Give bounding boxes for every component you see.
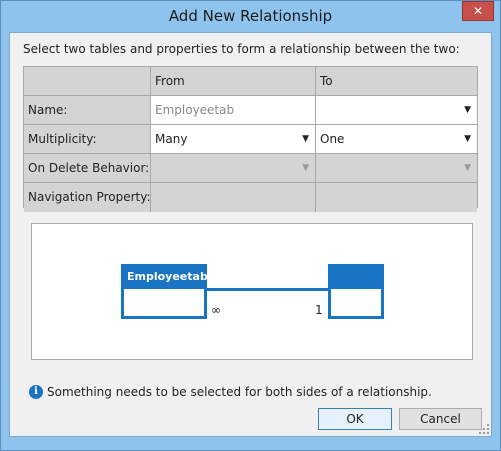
chevron-down-icon: ▼ bbox=[464, 134, 471, 144]
relationship-diagram: Employeetab ∞ 1 bbox=[31, 223, 473, 360]
chevron-down-icon: ▼ bbox=[302, 163, 309, 173]
left-entity-divider bbox=[124, 287, 204, 289]
navigation-property-label: Navigation Property: bbox=[24, 183, 151, 212]
navigation-property-to-field bbox=[316, 183, 477, 212]
grid-header-blank bbox=[24, 67, 151, 96]
on-delete-from-dropdown: ▼ bbox=[151, 154, 316, 183]
chevron-down-icon: ▼ bbox=[464, 163, 471, 173]
grid-header-from: From bbox=[151, 67, 316, 96]
dialog-title: Add New Relationship bbox=[168, 7, 333, 25]
cancel-button[interactable]: Cancel bbox=[399, 408, 482, 430]
relationship-line bbox=[207, 288, 328, 291]
multiplicity-from-value: Many bbox=[155, 132, 188, 146]
on-delete-label: On Delete Behavior: bbox=[24, 154, 151, 183]
name-label: Name: bbox=[24, 96, 151, 125]
multiplicity-to-value: One bbox=[320, 132, 345, 146]
multiplicity-label: Multiplicity: bbox=[24, 125, 151, 154]
close-icon: ✕ bbox=[472, 4, 484, 18]
multiplicity-from-dropdown[interactable]: Many ▼ bbox=[151, 125, 316, 154]
left-multiplicity: ∞ bbox=[211, 303, 221, 317]
on-delete-to-dropdown: ▼ bbox=[316, 154, 477, 183]
instruction-text: Select two tables and properties to form… bbox=[23, 42, 460, 56]
dialog-window: Add New Relationship ✕ Select two tables… bbox=[0, 0, 501, 451]
name-to-dropdown[interactable]: ▼ bbox=[316, 96, 477, 125]
dialog-body: Select two tables and properties to form… bbox=[9, 32, 492, 437]
info-icon: i bbox=[29, 385, 43, 399]
right-entity-box bbox=[328, 264, 384, 319]
chevron-down-icon: ▼ bbox=[302, 134, 309, 144]
info-text: Something needs to be selected for both … bbox=[47, 385, 432, 399]
right-entity-title bbox=[331, 267, 381, 287]
name-from-value: Employeetab bbox=[155, 103, 235, 117]
title-bar[interactable]: Add New Relationship ✕ bbox=[1, 1, 500, 31]
left-entity-title: Employeetab bbox=[124, 267, 208, 287]
relationship-grid: From To Name: Employeetab ▼ Multiplicity… bbox=[23, 66, 478, 212]
resize-grip-icon[interactable] bbox=[479, 424, 489, 434]
chevron-down-icon: ▼ bbox=[464, 105, 471, 115]
left-entity-box: Employeetab bbox=[121, 264, 208, 319]
name-from-field: Employeetab bbox=[151, 96, 316, 125]
right-entity-divider bbox=[331, 287, 381, 289]
right-multiplicity: 1 bbox=[315, 303, 323, 317]
ok-button[interactable]: OK bbox=[318, 408, 392, 430]
navigation-property-from-field bbox=[151, 183, 316, 212]
multiplicity-to-dropdown[interactable]: One ▼ bbox=[316, 125, 477, 154]
grid-header-to: To bbox=[316, 67, 477, 96]
close-button[interactable]: ✕ bbox=[462, 1, 494, 21]
